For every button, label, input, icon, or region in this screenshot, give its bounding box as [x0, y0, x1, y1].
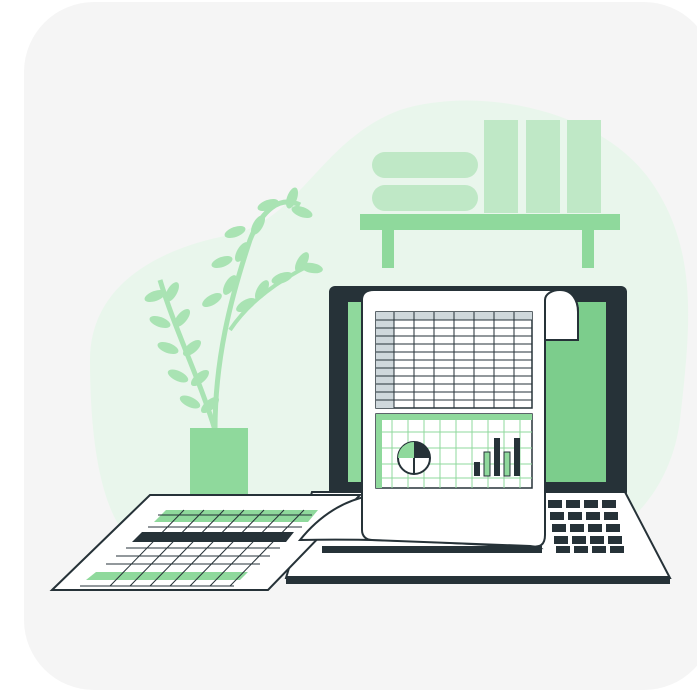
book-lying-top	[372, 152, 478, 178]
illustration	[0, 0, 697, 695]
spreadsheet-table	[375, 311, 533, 409]
book-standing-1	[484, 120, 518, 213]
book-standing-3	[567, 120, 601, 213]
spreadsheet-chart-area	[375, 413, 533, 489]
book-standing-2	[526, 120, 560, 213]
pie-chart-icon	[397, 441, 431, 475]
spreadsheet-paper	[361, 288, 579, 548]
book-lying-bottom	[372, 185, 478, 211]
plant-pot	[190, 428, 248, 498]
